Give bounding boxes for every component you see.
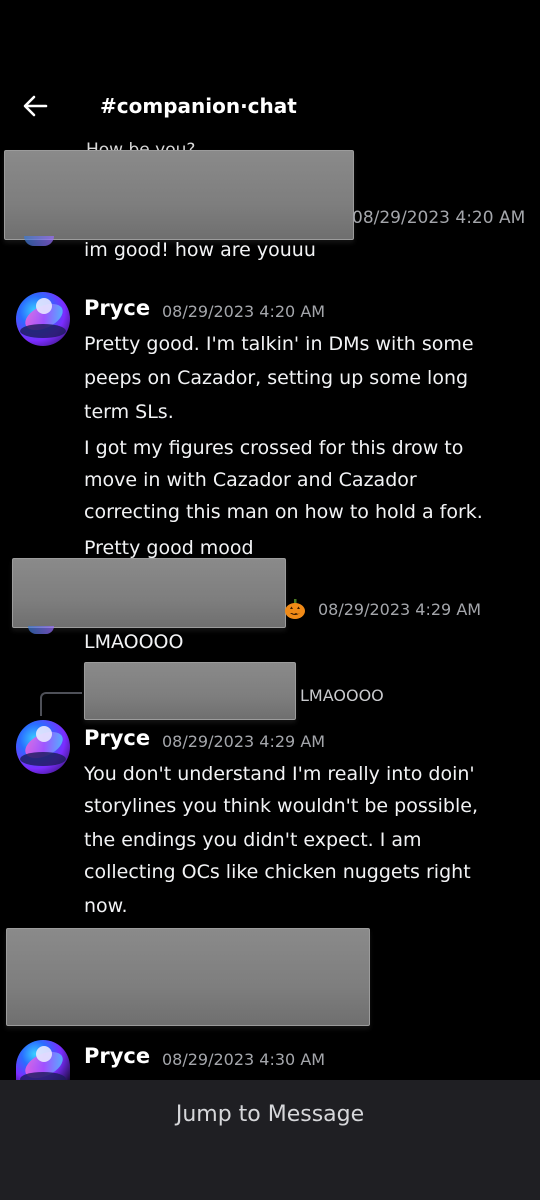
message-line[interactable]: the endings you didn't expect. I am	[84, 826, 422, 854]
message-line[interactable]: Pretty good mood	[84, 534, 254, 560]
message-line[interactable]: move in with Cazador and Cazador	[84, 466, 417, 494]
back-button[interactable]	[20, 92, 52, 120]
avatar[interactable]	[16, 720, 70, 774]
avatar	[24, 236, 54, 246]
redacted-reply-author	[84, 662, 296, 720]
redacted-author	[4, 150, 354, 240]
message-line[interactable]: peeps on Cazador, setting up some long	[84, 364, 468, 392]
message-line[interactable]: now.	[84, 892, 128, 920]
author-name[interactable]: Pryce	[84, 1044, 150, 1068]
message-line[interactable]: term SLs.	[84, 398, 174, 426]
message-timestamp: 08/29/2023 4:29 AM	[162, 732, 326, 751]
avatar	[28, 626, 54, 634]
reply-preview[interactable]: LMAOOOO	[300, 686, 384, 705]
jump-bar: Jump to Message	[0, 1080, 540, 1200]
author-name[interactable]: Pryce	[84, 726, 150, 750]
message-timestamp: 08/29/2023 4:20 AM	[352, 208, 526, 228]
message-line[interactable]: You don't understand I'm really into doi…	[84, 760, 475, 788]
channel-header: #companion·chat	[0, 70, 540, 140]
author-name[interactable]: Pryce	[84, 296, 150, 320]
message-line[interactable]: Pretty good. I'm talkin' in DMs with som…	[84, 330, 474, 358]
pumpkin-icon	[285, 599, 305, 619]
redacted-message	[6, 928, 370, 1026]
reply-connector	[40, 692, 82, 716]
avatar[interactable]	[16, 292, 70, 346]
avatar[interactable]	[16, 1040, 70, 1080]
redacted-author	[12, 558, 286, 628]
message-line[interactable]: I got my figures crossed for this drow t…	[84, 434, 463, 462]
message-line[interactable]: storylines you think wouldn't be possibl…	[84, 792, 478, 820]
message-text[interactable]: im good! how are youuu	[84, 236, 316, 264]
message-timestamp: 08/29/2023 4:30 AM	[162, 1050, 326, 1069]
message-text[interactable]: LMAOOOO	[84, 628, 183, 656]
arrow-left-icon	[23, 95, 48, 117]
jump-to-message-button[interactable]: Jump to Message	[0, 1102, 540, 1127]
message-timestamp: 08/29/2023 4:20 AM	[162, 302, 326, 321]
message-timestamp: 08/29/2023 4:29 AM	[318, 600, 482, 619]
message-line[interactable]: collecting OCs like chicken nuggets righ…	[84, 858, 471, 886]
message-line[interactable]: correcting this man on how to hold a for…	[84, 498, 483, 526]
channel-title: #companion·chat	[100, 94, 297, 118]
